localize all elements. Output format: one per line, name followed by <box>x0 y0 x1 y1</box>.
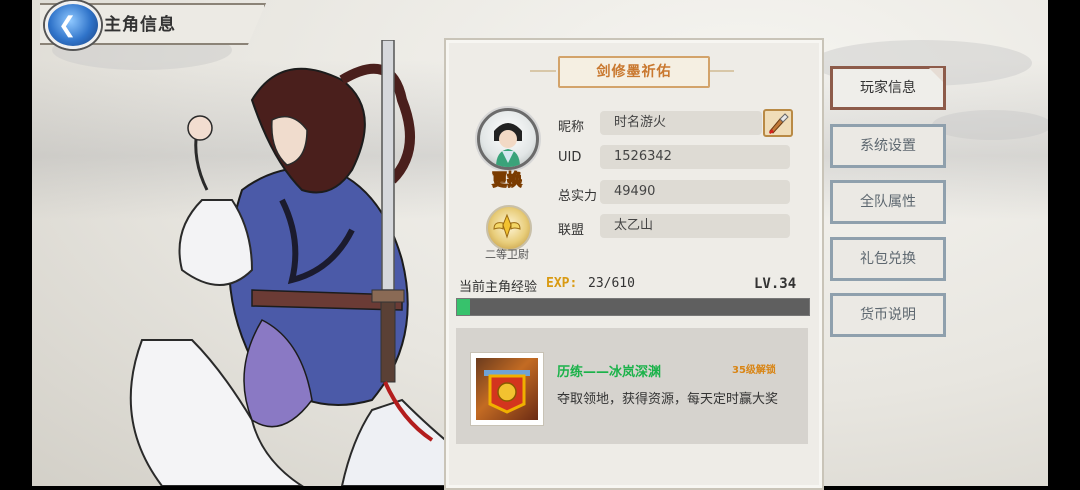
back-button[interactable]: ❮ <box>45 1 101 49</box>
tab-team-attributes[interactable]: 全队属性 <box>830 180 946 224</box>
brush-icon <box>769 113 789 134</box>
activity-unlock-badge: 35级解锁 <box>732 365 776 376</box>
player-avatar[interactable] <box>477 108 539 170</box>
total-power-field: 49490 <box>600 180 790 204</box>
exp-progress-fill <box>457 299 471 315</box>
exp-tag: EXP: <box>546 276 578 291</box>
nickname-label: 昵称 <box>558 120 585 135</box>
flag-icon <box>484 370 530 414</box>
back-arrow-icon: ❮ <box>58 13 77 38</box>
wings-icon <box>493 213 521 239</box>
tab-gift-redeem[interactable]: 礼包兑换 <box>830 237 946 281</box>
edit-nickname-button[interactable] <box>763 109 793 137</box>
exp-value: 23/610 <box>588 276 635 291</box>
activity-banner-icon <box>476 358 538 420</box>
tab-player-info[interactable]: 玩家信息 <box>830 66 946 110</box>
change-avatar-button[interactable]: 更换 <box>484 168 530 189</box>
tab-system-settings[interactable]: 系统设置 <box>830 124 946 168</box>
activity-title: 历练——冰岚深渊 <box>557 365 662 380</box>
nickname-field: 时名游火 <box>600 111 762 135</box>
exp-label: 当前主角经验 <box>459 280 538 295</box>
rank-label: 二等卫尉 <box>485 248 529 261</box>
exp-progress-bar <box>456 298 810 316</box>
alliance-label: 联盟 <box>558 223 585 238</box>
tab-currency-info[interactable]: 货币说明 <box>830 293 946 337</box>
uid-field: 1526342 <box>600 145 790 169</box>
title-decoration-left <box>530 70 556 72</box>
activity-description: 夺取领地，获得资源，每天定时赢大奖 <box>557 392 779 407</box>
level-indicator: LV.34 <box>754 276 797 292</box>
avatar-portrait-icon <box>494 123 522 167</box>
panel-title: 剑修墨祈佑 <box>596 64 672 80</box>
alliance-field: 太乙山 <box>600 214 790 238</box>
total-power-label: 总实力 <box>558 189 598 204</box>
background-cloud <box>932 110 1048 140</box>
uid-label: UID <box>558 150 582 165</box>
page-title: 主角信息 <box>104 15 176 35</box>
rank-emblem-icon <box>486 205 532 251</box>
title-decoration-right <box>708 70 734 72</box>
